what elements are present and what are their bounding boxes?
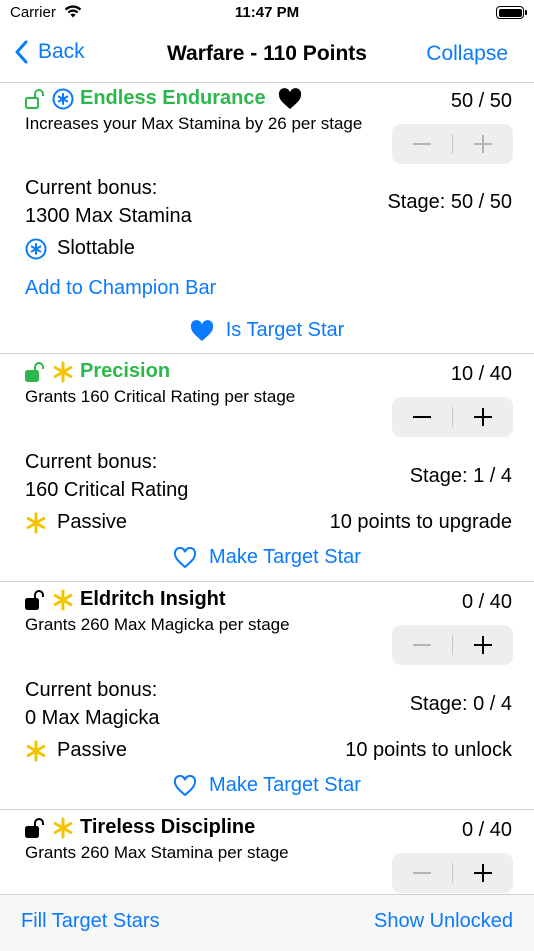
upgrade-requirement: 10 points to upgrade — [329, 511, 512, 533]
back-label: Back — [38, 40, 85, 63]
passive-asterisk-icon — [25, 512, 47, 534]
unlock-requirement: 10 points to unlock — [345, 739, 512, 761]
target-star-label: Make Target Star — [209, 774, 361, 796]
decrement-button[interactable] — [392, 853, 452, 893]
bottom-toolbar: Fill Target Stars Show Unlocked — [0, 894, 534, 951]
star-name: Tireless Discipline — [80, 816, 256, 838]
target-star-button[interactable]: Is Target Star — [0, 319, 534, 342]
increment-button[interactable] — [453, 853, 513, 893]
star-card-tireless-discipline: Tireless Discipline 0 / 40 Grants 260 Ma… — [0, 810, 534, 894]
star-title-row: Endless Endurance — [24, 87, 302, 110]
star-type: Passive — [57, 739, 128, 761]
plus-icon — [474, 864, 492, 882]
target-star-label: Is Target Star — [225, 319, 345, 341]
clock: 11:47 PM — [234, 4, 300, 21]
points-stepper — [392, 397, 513, 437]
status-bar: Carrier 11:47 PM — [0, 0, 534, 30]
star-title-row: Eldritch Insight — [24, 588, 226, 611]
current-bonus-label: Current bonus: — [25, 679, 158, 701]
collapse-button[interactable]: Collapse — [426, 42, 508, 66]
passive-asterisk-icon — [52, 589, 74, 611]
add-to-champion-bar-button[interactable]: Add to Champion Bar — [25, 277, 216, 300]
star-description: Grants 160 Critical Rating per stage — [25, 387, 296, 406]
stage-label: Stage: 0 / 4 — [409, 693, 512, 715]
stage-label: Stage: 1 / 4 — [409, 465, 512, 487]
minus-icon — [413, 872, 431, 874]
unlocked-lock-icon — [24, 589, 46, 611]
current-bonus-value: 1300 Max Stamina — [25, 205, 192, 227]
show-unlocked-button[interactable]: Show Unlocked — [374, 910, 513, 933]
stage-label: Stage: 50 / 50 — [387, 191, 512, 213]
star-title-row: Tireless Discipline — [24, 816, 255, 839]
increment-button[interactable] — [453, 625, 513, 665]
increment-button[interactable] — [453, 397, 513, 437]
make-target-star-button[interactable]: Make Target Star — [0, 774, 534, 797]
star-type-row: Passive — [25, 739, 127, 762]
plus-icon — [474, 408, 492, 426]
heart-outline-icon — [173, 546, 197, 569]
slottable-asterisk-circle-icon — [25, 238, 47, 260]
minus-icon — [413, 143, 431, 145]
passive-asterisk-icon — [25, 740, 47, 762]
star-points: 0 / 40 — [461, 591, 512, 613]
points-stepper — [392, 625, 513, 665]
current-bonus-value: 160 Critical Rating — [25, 479, 189, 501]
plus-icon — [474, 135, 492, 153]
star-card-precision: Precision 10 / 40 Grants 160 Critical Ra… — [0, 354, 534, 582]
unlocked-lock-icon — [24, 88, 46, 110]
battery-icon — [496, 6, 527, 19]
unlocked-lock-icon — [24, 817, 46, 839]
star-points: 50 / 50 — [450, 90, 512, 112]
back-button[interactable]: Back — [14, 40, 85, 64]
chevron-left-icon — [15, 40, 28, 64]
decrement-button[interactable] — [392, 625, 452, 665]
increment-button[interactable] — [453, 124, 513, 164]
star-list[interactable]: Endless Endurance 50 / 50 Increases your… — [0, 83, 534, 894]
star-title-row: Precision — [24, 360, 170, 383]
decrement-button[interactable] — [392, 124, 452, 164]
current-bonus-value: 0 Max Magicka — [25, 707, 160, 729]
current-bonus-label: Current bonus: — [25, 177, 158, 199]
passive-asterisk-icon — [52, 817, 74, 839]
decrement-button[interactable] — [392, 397, 452, 437]
navigation-bar: Back Warfare - 110 Points Collapse — [0, 30, 534, 83]
points-stepper — [392, 124, 513, 164]
star-name: Eldritch Insight — [80, 588, 226, 610]
unlocked-lock-icon — [24, 361, 46, 383]
star-name: Endless Endurance — [80, 87, 266, 109]
current-bonus-label: Current bonus: — [25, 451, 158, 473]
heart-filled-icon — [190, 319, 214, 342]
star-name: Precision — [80, 360, 171, 382]
minus-icon — [413, 644, 431, 646]
fill-target-stars-button[interactable]: Fill Target Stars — [21, 910, 160, 933]
star-type: Slottable — [57, 237, 135, 259]
star-description: Increases your Max Stamina by 26 per sta… — [25, 114, 363, 133]
star-description: Grants 260 Max Stamina per stage — [25, 843, 289, 862]
minus-icon — [413, 416, 431, 418]
star-description: Grants 260 Max Magicka per stage — [25, 615, 290, 634]
star-type: Passive — [57, 511, 128, 533]
star-card-endless-endurance: Endless Endurance 50 / 50 Increases your… — [0, 83, 534, 354]
star-type-row: Slottable — [25, 237, 135, 260]
star-points: 10 / 40 — [450, 363, 512, 385]
heart-filled-icon — [278, 87, 302, 110]
passive-asterisk-icon — [52, 361, 74, 383]
make-target-star-button[interactable]: Make Target Star — [0, 546, 534, 569]
heart-outline-icon — [173, 774, 197, 797]
points-stepper — [392, 853, 513, 893]
star-points: 0 / 40 — [461, 819, 512, 841]
slottable-asterisk-circle-icon — [52, 88, 74, 110]
star-card-eldritch-insight: Eldritch Insight 0 / 40 Grants 260 Max M… — [0, 582, 534, 810]
plus-icon — [474, 636, 492, 654]
target-star-label: Make Target Star — [209, 546, 361, 568]
star-type-row: Passive — [25, 511, 127, 534]
